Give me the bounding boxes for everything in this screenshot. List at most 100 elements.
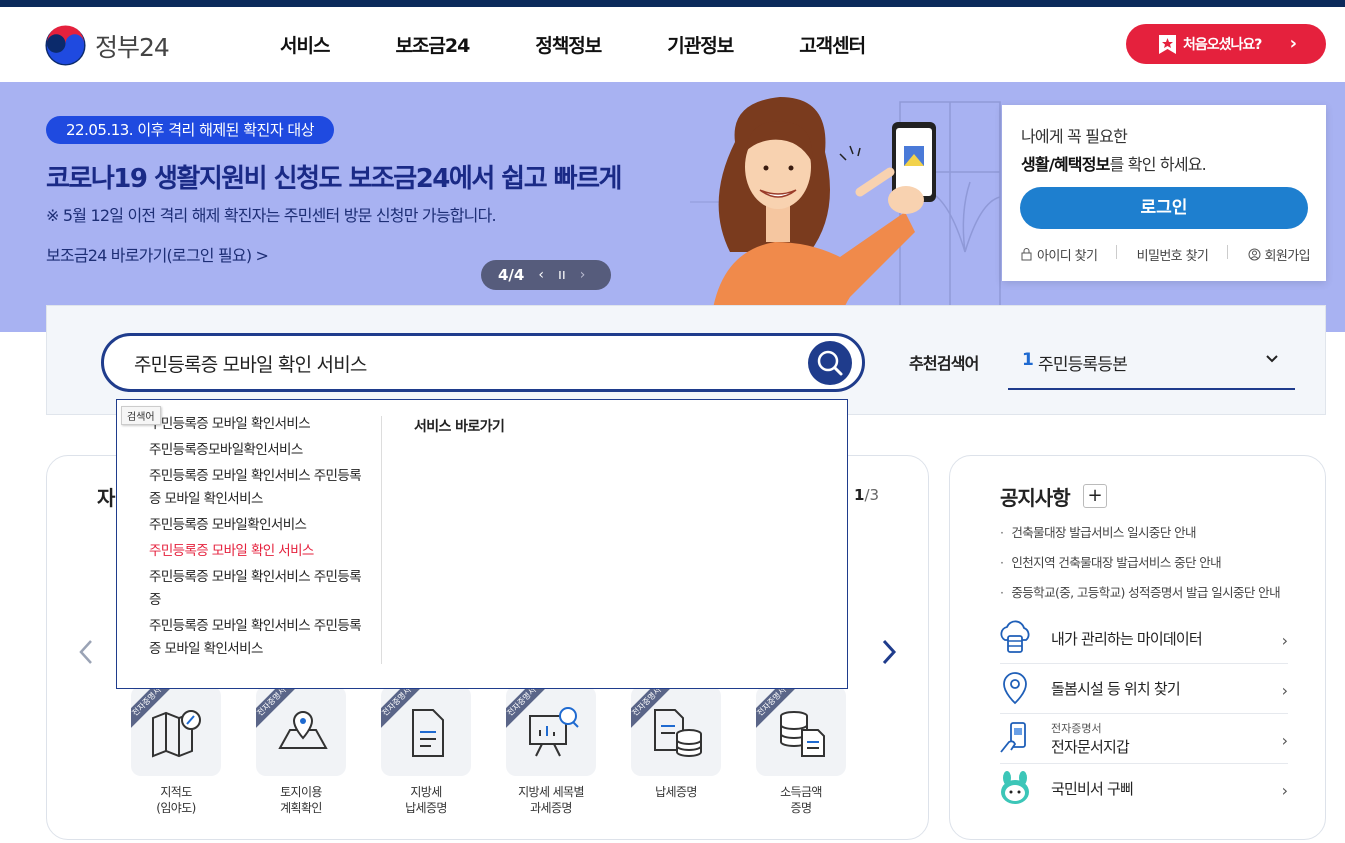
service-item-local-tax-payment[interactable]: 전자증명서 지방세 납세증명 bbox=[371, 686, 481, 816]
location-pin-icon bbox=[1003, 672, 1027, 705]
banner-title: 코로나19 생활지원비 신청도 보조금24에서 쉽고 빠르게 bbox=[46, 164, 622, 194]
map-magnifier-icon bbox=[152, 710, 201, 758]
notice-item[interactable]: 건축물대장 발급서비스 일시중단 안내 bbox=[1000, 522, 1280, 541]
chevron-right-icon: › bbox=[1281, 731, 1288, 750]
chevron-right-icon: › bbox=[1289, 33, 1297, 54]
chevron-right-icon: › bbox=[1281, 631, 1288, 650]
nav-item-agency-info[interactable]: 기관정보 bbox=[667, 31, 734, 58]
service-item-local-tax-assessment[interactable]: 전자증명서 지방세 세목별 과세증명 bbox=[496, 686, 606, 816]
lock-icon bbox=[1021, 248, 1032, 261]
service-name-line1: 토지이용 bbox=[280, 785, 322, 799]
find-id-label: 아이디 찾기 bbox=[1037, 249, 1098, 264]
bookmark-star-icon bbox=[1159, 35, 1176, 54]
pause-icon[interactable]: ıı bbox=[558, 267, 566, 283]
quick-link-label: 전자문서지갑 bbox=[1051, 738, 1130, 756]
service-item-tax-payment[interactable]: 전자증명서 납세증명 bbox=[621, 686, 731, 800]
quick-link-label: 국민비서 구삐 bbox=[1051, 780, 1134, 798]
search-input[interactable] bbox=[134, 348, 794, 378]
service-name-line2: (임야도) bbox=[156, 801, 196, 815]
notice-card-title: 공지사항 bbox=[1000, 486, 1071, 510]
more-notices-button[interactable]: + bbox=[1083, 484, 1107, 508]
find-id-link[interactable]: 아이디 찾기 bbox=[1020, 245, 1098, 264]
suggestion-item[interactable]: 주민등록증 모바일확인서비스 bbox=[149, 514, 369, 537]
map-pin-icon bbox=[278, 710, 328, 749]
banner-pager: 4/4 ‹ ıı › bbox=[481, 260, 611, 290]
recommended-search-dropdown[interactable]: 1 주민등록등본 bbox=[1008, 336, 1295, 390]
service-tile: 전자증명서 bbox=[506, 686, 596, 776]
divider bbox=[1227, 245, 1229, 259]
quick-link-gubbi[interactable]: 국민비서 구삐 › bbox=[1000, 764, 1288, 814]
suggestion-item[interactable]: 주민등록증 모바일 확인서비스 bbox=[149, 413, 369, 436]
divider bbox=[1116, 245, 1118, 259]
service-name-line2: 과세증명 bbox=[530, 801, 572, 815]
search-button[interactable] bbox=[808, 341, 852, 385]
phone-wallet-icon bbox=[1000, 722, 1026, 753]
find-password-label: 비밀번호 찾기 bbox=[1136, 249, 1209, 264]
suggestion-item[interactable]: 주민등록증 모바일 확인서비스 주민등록증 bbox=[149, 566, 369, 612]
service-item-income-certificate[interactable]: 전자증명서 소득금액 증명 bbox=[746, 686, 856, 816]
suggestion-item[interactable]: 주민등록증모바일확인서비스 bbox=[149, 439, 369, 462]
signup-label: 회원가입 bbox=[1264, 249, 1311, 264]
suggestion-item[interactable]: 주민등록증 모바일 확인서비스 주민등록증 모바일 확인서비스 bbox=[149, 465, 369, 511]
nav-item-customer-center[interactable]: 고객센터 bbox=[799, 31, 866, 58]
signup-link[interactable]: 회원가입 bbox=[1248, 245, 1311, 264]
nav-item-policy-info[interactable]: 정책정보 bbox=[535, 31, 602, 58]
notice-item[interactable]: 중등학교(중, 고등학교) 성적증명서 발급 일시중단 안내 bbox=[1000, 582, 1280, 601]
chevron-right-icon: › bbox=[1281, 681, 1288, 700]
quick-link-sublabel: 전자증명서 bbox=[1051, 722, 1102, 735]
service-name-line1: 지적도 bbox=[160, 785, 192, 799]
chart-board-icon bbox=[529, 707, 579, 757]
quick-link-label: 돌봄시설 등 위치 찾기 bbox=[1051, 680, 1181, 698]
quick-link-e-wallet[interactable]: 전자증명서 전자문서지갑 › bbox=[1000, 714, 1288, 764]
quick-link-care-facility[interactable]: 돌봄시설 등 위치 찾기 › bbox=[1000, 664, 1288, 714]
document-database-icon bbox=[654, 709, 702, 757]
taegeuk-logo-icon bbox=[44, 24, 87, 67]
suggestion-list: 주민등록증 모바일 확인서비스주민등록증모바일확인서비스주민등록증 모바일 확인… bbox=[149, 413, 369, 664]
recommended-search-label: 추천검색어 bbox=[909, 354, 979, 373]
banner-page-indicator: 4/4 bbox=[498, 266, 525, 284]
service-item-cadastral-map[interactable]: 전자증명서 지적도 (임야도) bbox=[121, 686, 231, 816]
chevron-down-icon bbox=[1266, 355, 1278, 363]
service-tile: 전자증명서 bbox=[381, 686, 471, 776]
nav-item-services[interactable]: 서비스 bbox=[280, 31, 330, 58]
login-intro-rest: 를 확인 하세요. bbox=[1109, 155, 1207, 174]
woman-with-phone-illustration bbox=[690, 97, 1001, 332]
divider bbox=[381, 416, 382, 664]
next-slide-icon[interactable]: › bbox=[580, 267, 586, 283]
recommended-rank: 1 bbox=[1022, 350, 1034, 370]
login-button[interactable]: 로그인 bbox=[1020, 187, 1308, 229]
login-panel: 나에게 꼭 필요한 생활/혜택정보를 확인 하세요. 로그인 아이디 찾기 비밀… bbox=[1002, 105, 1326, 281]
main-nav: 서비스 보조금24 정책정보 기관정보 고객센터 bbox=[280, 31, 931, 58]
recommended-term: 주민등록등본 bbox=[1038, 355, 1128, 375]
service-shortcut-title: 서비스 바로가기 bbox=[414, 419, 505, 435]
search-icon bbox=[817, 350, 843, 376]
document-icon bbox=[412, 709, 444, 757]
service-tile: 전자증명서 bbox=[256, 686, 346, 776]
service-name-line2: 납세증명 bbox=[405, 801, 447, 815]
banner-badge: 22.05.13. 이후 격리 해제된 확진자 대상 bbox=[46, 116, 335, 144]
next-arrow-icon[interactable] bbox=[879, 637, 899, 667]
nav-item-subsidy24[interactable]: 보조금24 bbox=[395, 31, 470, 58]
suggestion-item[interactable]: 주민등록증 모바일 확인서비스 주민등록증 모바일 확인서비스 bbox=[149, 615, 369, 661]
first-visit-button[interactable]: 처음오셨나요? › bbox=[1126, 24, 1326, 64]
search-box bbox=[101, 333, 865, 392]
suggestion-item[interactable]: 주민등록증 모바일 확인 서비스 bbox=[149, 540, 369, 563]
site-logo[interactable]: 정부24 bbox=[44, 24, 170, 67]
quick-link-mydata[interactable]: 내가 관리하는 마이데이터 › bbox=[1000, 614, 1288, 664]
chevron-right-icon: › bbox=[1281, 781, 1288, 800]
banner-link[interactable]: 보조금24 바로가기(로그인 필요) > bbox=[46, 242, 269, 266]
pager-total: /3 bbox=[864, 486, 880, 504]
service-item-land-use[interactable]: 전자증명서 토지이용 계획확인 bbox=[246, 686, 356, 816]
user-icon bbox=[1248, 248, 1261, 261]
prev-slide-icon[interactable]: ‹ bbox=[538, 267, 544, 283]
service-tile: 전자증명서 bbox=[131, 686, 221, 776]
notice-item[interactable]: 인천지역 건축물대장 발급서비스 중단 안내 bbox=[1000, 552, 1280, 571]
notice-card: 공지사항 + 건축물대장 발급서비스 일시중단 안내 인천지역 건축물대장 발급… bbox=[949, 455, 1326, 840]
notice-list: 건축물대장 발급서비스 일시중단 안내 인천지역 건축물대장 발급서비스 중단 … bbox=[1000, 522, 1280, 612]
site-header: 정부24 서비스 보조금24 정책정보 기관정보 고객센터 처음오셨나요? › bbox=[0, 7, 1345, 82]
gubbi-character-icon bbox=[1001, 771, 1029, 804]
top-accent-bar bbox=[0, 0, 1345, 7]
find-password-link[interactable]: 비밀번호 찾기 bbox=[1137, 245, 1209, 264]
prev-arrow-icon[interactable] bbox=[76, 637, 96, 667]
quick-link-label: 내가 관리하는 마이데이터 bbox=[1051, 630, 1203, 648]
